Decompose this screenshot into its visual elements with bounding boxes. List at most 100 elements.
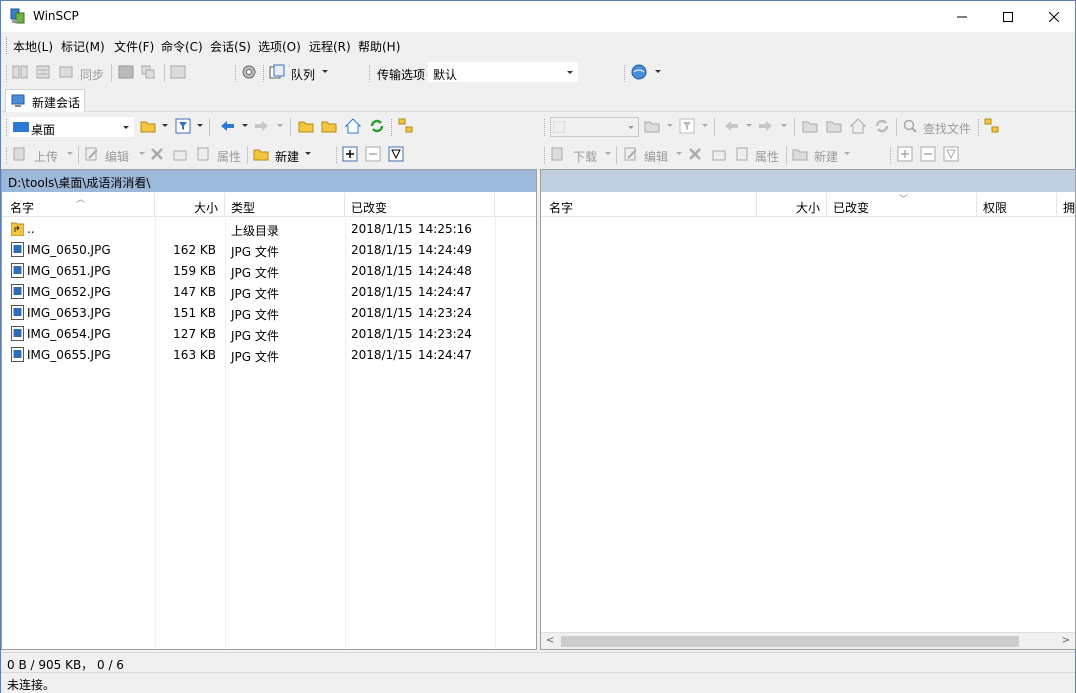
root-directory-icon[interactable] [826, 118, 842, 134]
queue-label[interactable]: 队列 [291, 66, 315, 83]
scrollbar-thumb[interactable] [561, 636, 1019, 647]
find-files-icon[interactable] [902, 118, 918, 134]
new-dropdown[interactable] [844, 152, 850, 155]
parent-directory-icon[interactable] [298, 118, 314, 134]
select-files-plus-icon[interactable] [897, 146, 913, 162]
upload-icon[interactable] [12, 146, 28, 162]
open-folder-dropdown[interactable] [162, 124, 168, 127]
column-size[interactable]: 大小 [155, 193, 225, 217]
column-size[interactable]: 大小 [757, 193, 827, 217]
transfer-settings-icon[interactable] [170, 64, 186, 80]
properties-label[interactable]: 属性 [217, 148, 241, 165]
back-dropdown[interactable] [746, 124, 752, 127]
upload-label[interactable]: 上传 [34, 148, 58, 165]
table-row[interactable]: IMG_0650.JPG 162 KB JPG 文件 2018/1/15 14:24:4… [2, 240, 536, 261]
column-changed[interactable]: 已改变 [345, 193, 495, 217]
forward-dropdown[interactable] [277, 124, 283, 127]
putty-icon[interactable] [140, 64, 156, 80]
properties-icon[interactable] [734, 146, 750, 162]
table-row[interactable]: IMG_0653.JPG 151 KB JPG 文件 2018/1/15 14:23:2… [2, 303, 536, 324]
menu-help[interactable]: 帮助(H) [358, 38, 400, 55]
properties-label[interactable]: 属性 [755, 148, 779, 165]
unselect-files-minus-icon[interactable] [920, 146, 936, 162]
remote-horizontal-scrollbar[interactable]: < > [541, 632, 1075, 649]
parent-directory-icon[interactable] [802, 118, 818, 134]
column-name[interactable]: 名字 [541, 193, 757, 217]
filter-files-icon[interactable] [388, 146, 404, 162]
refresh-icon[interactable] [874, 118, 890, 134]
preferences-gear-icon[interactable] [241, 64, 257, 80]
forward-arrow-icon[interactable] [254, 118, 270, 134]
filter-icon[interactable] [679, 118, 695, 134]
menu-files[interactable]: 文件(F) [114, 38, 154, 55]
local-location-select[interactable]: 桌面 [10, 117, 134, 137]
home-icon[interactable] [850, 118, 866, 134]
new-label[interactable]: 新建 [814, 148, 838, 165]
transfer-options-select[interactable]: 默认 [428, 62, 578, 82]
column-name[interactable]: 名字 ︿ [2, 193, 155, 217]
synchronize-label[interactable]: 同步 [80, 66, 104, 83]
download-label[interactable]: 下载 [573, 148, 597, 165]
rename-icon[interactable] [172, 146, 188, 162]
menu-remote[interactable]: 远程(R) [309, 38, 351, 55]
new-folder-icon[interactable] [253, 146, 269, 162]
column-type[interactable]: 类型 [225, 193, 345, 217]
refresh-icon[interactable] [369, 118, 385, 134]
new-folder-icon[interactable] [792, 146, 808, 162]
scroll-left-icon[interactable]: < [546, 635, 554, 646]
globe-dropdown-arrow[interactable] [655, 70, 661, 73]
table-row[interactable]: IMG_0654.JPG 127 KB JPG 文件 2018/1/15 14:23:2… [2, 324, 536, 345]
maximize-button[interactable] [985, 1, 1031, 32]
new-label[interactable]: 新建 [275, 148, 299, 165]
edit-icon[interactable] [84, 146, 100, 162]
delete-icon[interactable] [149, 146, 165, 162]
properties-icon[interactable] [195, 146, 211, 162]
synchronize-browsing-icon[interactable] [35, 64, 51, 80]
scroll-right-icon[interactable]: > [1062, 635, 1070, 646]
synchronize-icon[interactable] [58, 64, 74, 80]
select-files-plus-icon[interactable] [342, 146, 358, 162]
queue-icon[interactable] [269, 64, 285, 80]
filter-dropdown[interactable] [702, 124, 708, 127]
minimize-button[interactable] [939, 1, 985, 32]
open-folder-dropdown[interactable] [667, 124, 673, 127]
filter-dropdown[interactable] [197, 124, 203, 127]
download-dropdown[interactable] [605, 152, 611, 155]
remote-location-select[interactable] [550, 117, 639, 137]
edit-dropdown[interactable] [676, 152, 682, 155]
open-folder-icon[interactable] [140, 118, 156, 134]
close-button[interactable] [1031, 1, 1076, 32]
table-row[interactable]: .. 上级目录 2018/1/15 14:25:16 [2, 219, 536, 240]
menu-mark[interactable]: 标记(M) [61, 38, 105, 55]
console-icon[interactable] [118, 64, 134, 80]
menu-session[interactable]: 会话(S) [210, 38, 251, 55]
local-path-bar[interactable]: D:\tools\桌面\成语消消看\ [2, 170, 536, 192]
filter-files-icon[interactable] [943, 146, 959, 162]
forward-dropdown[interactable] [781, 124, 787, 127]
column-permissions[interactable]: 权限 [977, 193, 1057, 217]
home-icon[interactable] [345, 118, 361, 134]
column-owner[interactable]: 拥 [1057, 193, 1076, 217]
table-row[interactable]: IMG_0651.JPG 159 KB JPG 文件 2018/1/15 14:24:4… [2, 261, 536, 282]
menu-commands[interactable]: 命令(C) [161, 38, 203, 55]
rename-icon[interactable] [711, 146, 727, 162]
download-icon[interactable] [550, 146, 566, 162]
edit-label[interactable]: 编辑 [644, 148, 668, 165]
column-changed[interactable]: 已改变 ﹀ [827, 193, 977, 217]
unselect-files-minus-icon[interactable] [365, 146, 381, 162]
new-dropdown[interactable] [305, 152, 311, 155]
delete-icon[interactable] [687, 146, 703, 162]
back-arrow-icon[interactable] [219, 118, 235, 134]
back-arrow-icon[interactable] [723, 118, 739, 134]
tree-view-icon[interactable] [398, 118, 414, 134]
root-directory-icon[interactable] [321, 118, 337, 134]
compare-directories-icon[interactable] [12, 64, 28, 80]
table-row[interactable]: IMG_0652.JPG 147 KB JPG 文件 2018/1/15 14:24:4… [2, 282, 536, 303]
upload-dropdown[interactable] [67, 152, 73, 155]
menu-local[interactable]: 本地(L) [13, 38, 53, 55]
remote-path-bar[interactable] [541, 170, 1075, 192]
open-folder-icon[interactable] [644, 118, 660, 134]
queue-dropdown-arrow[interactable] [322, 70, 328, 73]
find-files-label[interactable]: 查找文件 [923, 120, 971, 137]
menu-options[interactable]: 选项(O) [258, 38, 301, 55]
